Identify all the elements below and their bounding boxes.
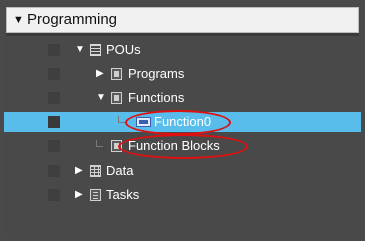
tree-item-label: Tasks bbox=[106, 187, 140, 202]
tree-item-functions[interactable]: ▼ Functions bbox=[4, 88, 361, 108]
tree-item-tasks[interactable]: ▶ Tasks bbox=[4, 185, 361, 205]
item-checkbox[interactable] bbox=[48, 165, 60, 177]
item-checkbox[interactable] bbox=[48, 68, 60, 80]
tree-item-label: Data bbox=[106, 163, 134, 178]
expand-arrow-right-icon[interactable]: ▶ bbox=[75, 185, 83, 205]
expand-arrow-right-icon[interactable]: ▶ bbox=[75, 161, 83, 181]
programming-panel: ▼ Programming ▼ POUs ▶ Programs ▼ Functi… bbox=[4, 4, 361, 237]
highlight-oval-function-blocks bbox=[118, 134, 248, 159]
tree-item-label: Programs bbox=[128, 66, 185, 81]
item-checkbox[interactable] bbox=[48, 116, 60, 128]
item-checkbox[interactable] bbox=[48, 140, 60, 152]
item-checkbox[interactable] bbox=[48, 44, 60, 56]
collapse-triangle-icon[interactable]: ▼ bbox=[13, 8, 24, 32]
tree-item-label: POUs bbox=[106, 42, 141, 57]
functions-folder-icon bbox=[111, 92, 122, 104]
expand-arrow-right-icon[interactable]: ▶ bbox=[96, 64, 104, 84]
tree-item-label: Functions bbox=[128, 90, 185, 105]
programs-folder-icon bbox=[111, 68, 122, 80]
item-checkbox[interactable] bbox=[48, 92, 60, 104]
pou-document-icon bbox=[90, 44, 101, 56]
tree-item-programs[interactable]: ▶ Programs bbox=[4, 64, 361, 84]
tree-item-data[interactable]: ▶ Data bbox=[4, 161, 361, 181]
programming-header[interactable]: ▼ Programming bbox=[6, 7, 359, 33]
header-divider bbox=[6, 33, 359, 36]
tree-item-pous[interactable]: ▼ POUs bbox=[4, 40, 361, 60]
tasks-icon bbox=[90, 189, 101, 201]
expand-arrow-down-icon[interactable]: ▼ bbox=[96, 88, 106, 108]
highlight-oval-function0 bbox=[125, 110, 231, 135]
item-checkbox[interactable] bbox=[48, 189, 60, 201]
panel-title: Programming bbox=[27, 11, 118, 28]
tree-connector-line bbox=[96, 140, 103, 147]
data-table-icon bbox=[90, 165, 101, 177]
expand-arrow-down-icon[interactable]: ▼ bbox=[75, 40, 85, 60]
tree-connector-line bbox=[118, 116, 125, 123]
